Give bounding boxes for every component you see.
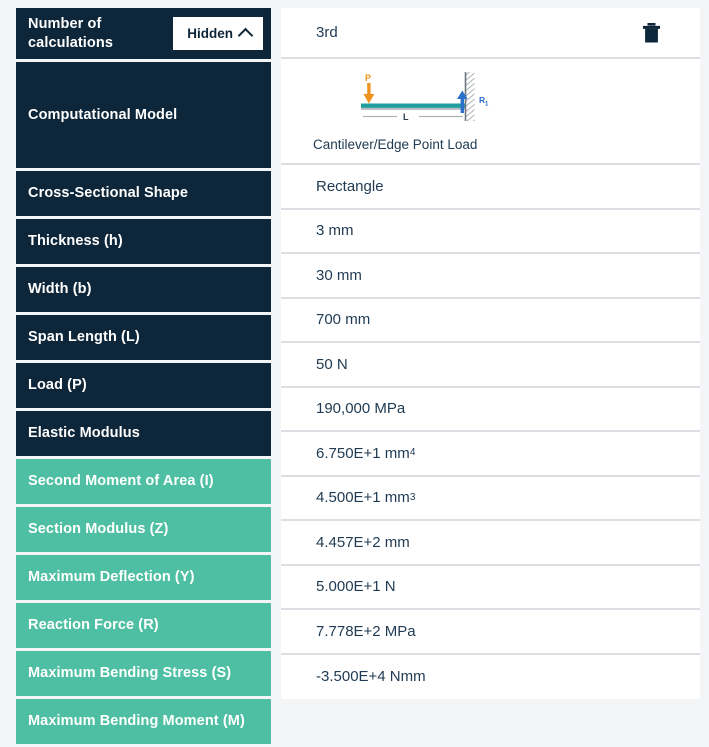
row-label-width-b: Width (b)	[16, 267, 271, 312]
label-text: Elastic Modulus	[28, 425, 140, 442]
value-cell-maximum-deflection-y: 4.457E+2 mm	[281, 521, 700, 566]
label-text: Cross-Sectional Shape	[28, 185, 189, 202]
toggle-hidden-label: Hidden	[187, 26, 233, 41]
row-label-computational-model: Computational Model	[16, 62, 271, 168]
label-text: Width (b)	[28, 281, 92, 298]
value-rows-container: Rectangle 3 mm 30 mm 700 mm 50 N 190,000 MPa 6…	[281, 165, 700, 699]
row-header-number-of-calculations: Number of calculations Hidden	[16, 8, 271, 59]
label-text: Maximum Bending Stress (S)	[28, 665, 232, 682]
label-text: Load (P)	[28, 377, 87, 394]
label-text: Second Moment of Area (I)	[28, 473, 214, 490]
value-cell-maximum-bending-stress-s: 7.778E+2 MPa	[281, 610, 700, 655]
value-text: -3.500E+4 Nmm	[316, 668, 426, 686]
label-rows-container: Cross-Sectional Shape Thickness (h) Width …	[16, 171, 271, 744]
value-cell-width-b: 30 mm	[281, 254, 700, 299]
value-cell-maximum-bending-moment-m: -3.500E+4 Nmm	[281, 654, 700, 699]
value-cell-reaction-force-r: 5.000E+1 N	[281, 565, 700, 610]
diagram-load-label: P	[365, 73, 371, 83]
row-label-elastic-modulus: Elastic Modulus	[16, 411, 271, 456]
value-text: 3 mm	[316, 222, 354, 240]
value-cell-load-p: 50 N	[281, 343, 700, 388]
label-text: Maximum Deflection (Y)	[28, 569, 195, 586]
value-text: 700 mm	[316, 311, 371, 329]
value-cell-computational-model: P R 1 L Cantilever/Edge Point Load	[281, 59, 700, 165]
value-text: 4.500E+1 mm	[316, 489, 410, 507]
label-column: Number of calculations Hidden Computatio…	[16, 8, 271, 747]
row-label-thickness-h: Thickness (h)	[16, 219, 271, 264]
label-text: Span Length (L)	[28, 329, 140, 346]
chevron-up-icon	[237, 27, 254, 44]
value-text: 50 N	[316, 355, 348, 373]
value-text: 5.000E+1 N	[316, 578, 396, 596]
calculation-results-panel: 3rd P R 1 L Cantilever/Edge Point Load R…	[0, 0, 709, 744]
value-cell-section-modulus-z: 4.500E+1 mm 3	[281, 476, 700, 521]
diagram-span-label: L	[403, 112, 409, 122]
header-label: Number of calculations	[28, 16, 114, 51]
row-label-maximum-bending-stress-s: Maximum Bending Stress (S)	[16, 651, 271, 696]
label-text: Section Modulus (Z)	[28, 521, 169, 538]
value-cell-calculation-number: 3rd	[281, 8, 700, 59]
row-label-second-moment-of-area-i: Second Moment of Area (I)	[16, 459, 271, 504]
row-label-maximum-bending-moment-m: Maximum Bending Moment (M)	[16, 699, 271, 744]
row-label-reaction-force-r: Reaction Force (R)	[16, 603, 271, 648]
label-text: Thickness (h)	[28, 233, 123, 250]
row-label-load-p: Load (P)	[16, 363, 271, 408]
row-label-span-length-l: Span Length (L)	[16, 315, 271, 360]
trash-icon	[643, 22, 660, 42]
row-label-maximum-deflection-y: Maximum Deflection (Y)	[16, 555, 271, 600]
value-text: 30 mm	[316, 266, 362, 284]
value-cell-span-length-l: 700 mm	[281, 298, 700, 343]
value-text: 7.778E+2 MPa	[316, 622, 416, 640]
value-text: 4.457E+2 mm	[316, 533, 410, 551]
computational-model-caption: Cantilever/Edge Point Load	[313, 137, 478, 152]
value-cell-elastic-modulus: 190,000 MPa	[281, 387, 700, 432]
value-column: 3rd P R 1 L Cantilever/Edge Point Load R…	[281, 8, 700, 699]
value-cell-cross-sectional-shape: Rectangle	[281, 165, 700, 210]
calculation-number-value: 3rd	[316, 24, 338, 41]
row-label-cross-sectional-shape: Cross-Sectional Shape	[16, 171, 271, 216]
value-cell-second-moment-of-area-i: 6.750E+1 mm 4	[281, 432, 700, 477]
label-text: Maximum Bending Moment (M)	[28, 713, 245, 730]
row-label-section-modulus-z: Section Modulus (Z)	[16, 507, 271, 552]
cantilever-beam-diagram: P R 1 L	[353, 70, 498, 130]
value-text: 6.750E+1 mm	[316, 444, 410, 462]
diagram-reaction-sub: 1	[485, 102, 489, 108]
value-text: Rectangle	[316, 177, 384, 195]
toggle-hidden-button[interactable]: Hidden	[173, 17, 263, 50]
value-text: 190,000 MPa	[316, 400, 406, 418]
value-cell-thickness-h: 3 mm	[281, 209, 700, 254]
label-text: Reaction Force (R)	[28, 617, 159, 634]
delete-calculation-button[interactable]	[642, 22, 661, 43]
